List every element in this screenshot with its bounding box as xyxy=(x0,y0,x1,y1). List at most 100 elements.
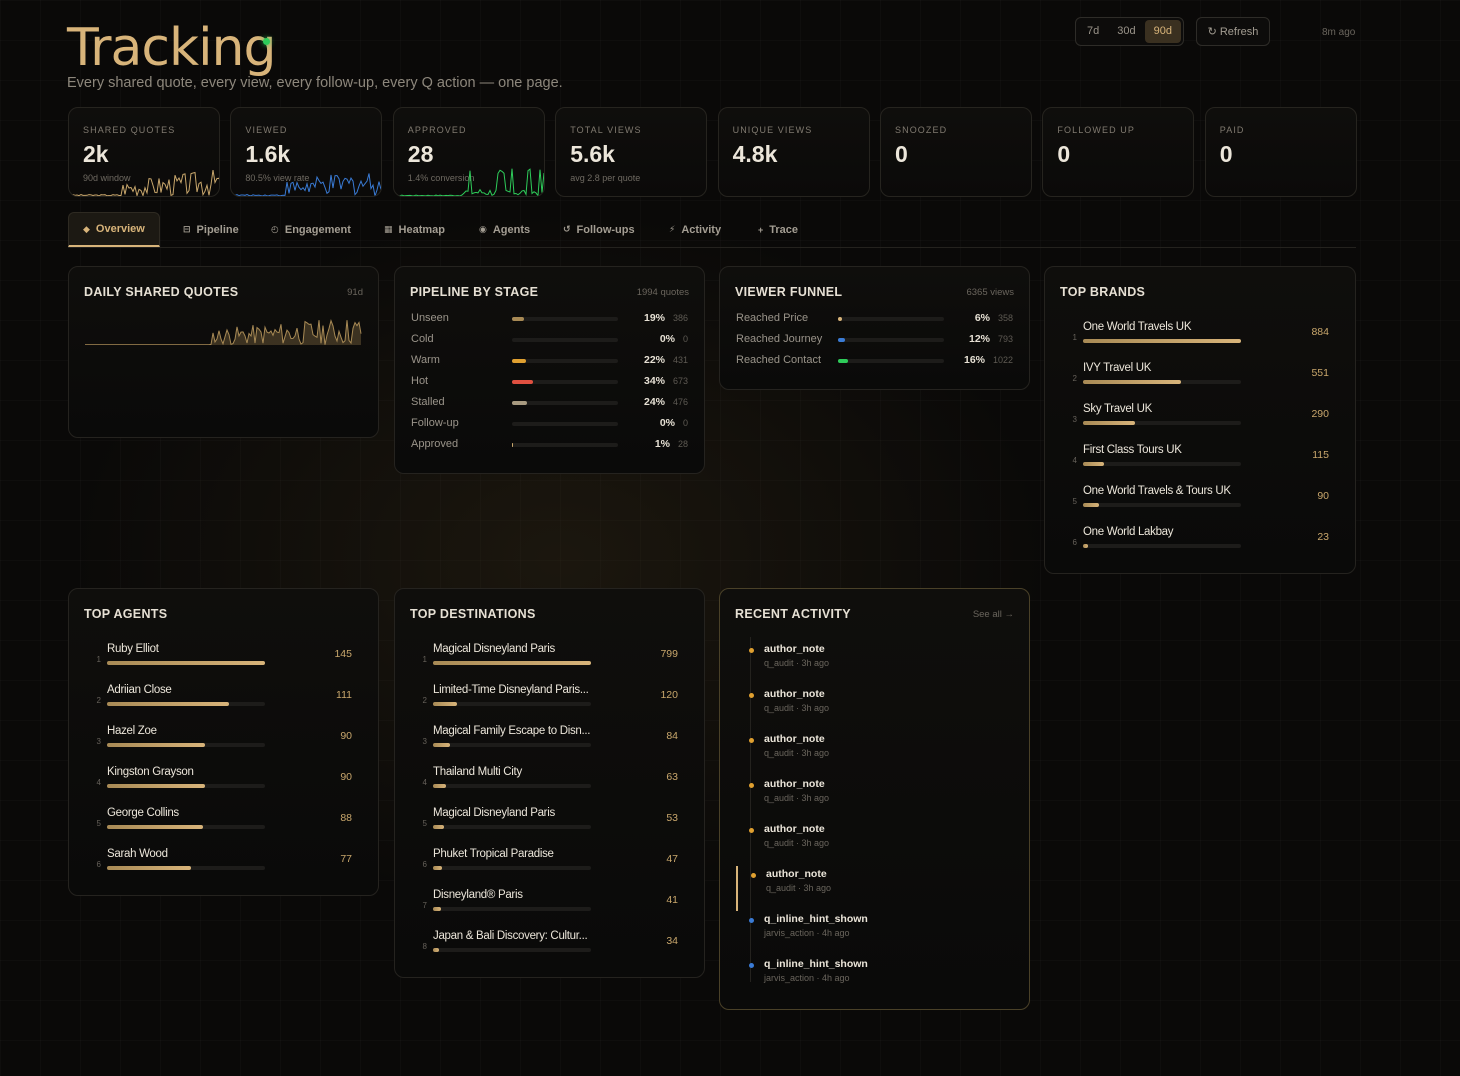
range-90d-button[interactable]: 90d xyxy=(1144,20,1181,43)
item-bar-track xyxy=(433,948,591,952)
pipeline-row: Approved 1% 28 xyxy=(411,435,688,455)
activity-event: author_note xyxy=(764,823,825,835)
kpi-sparkline xyxy=(393,168,544,196)
row-label: Reached Price xyxy=(736,312,809,324)
destinations-list-item[interactable]: 1 Magical Disneyland Paris 799 xyxy=(395,641,704,682)
item-value: 290 xyxy=(1311,408,1329,420)
row-bar-fill xyxy=(512,317,524,321)
tab-label: Engagement xyxy=(284,223,351,236)
card-title: TOP AGENTS xyxy=(84,607,168,621)
item-bar-track xyxy=(1083,503,1241,507)
rank-number: 8 xyxy=(422,942,427,951)
agents-list-item[interactable]: 4 Kingston Grayson 90 xyxy=(69,764,378,805)
page-subtitle: Every shared quote, every view, every fo… xyxy=(67,75,563,91)
range-30d-button[interactable]: 30d xyxy=(1108,20,1144,43)
tab-label: Agents xyxy=(492,223,531,236)
kpi-sparkline xyxy=(231,173,382,196)
activity-dot xyxy=(749,828,754,833)
kpi-card[interactable]: APPROVED 28 1.4% conversion xyxy=(392,107,545,197)
top-destinations-card: TOP DESTINATIONS 1 Magical Disneyland Par… xyxy=(394,588,705,978)
row-bar-fill xyxy=(838,317,842,321)
tab-activity[interactable]: ⚡ Activity xyxy=(669,212,721,247)
activity-item[interactable]: author_note q_audit · 3h ago xyxy=(736,686,1006,731)
item-bar-fill xyxy=(107,702,229,706)
row-bar-fill xyxy=(512,380,533,384)
destinations-list-item[interactable]: 8 Japan & Bali Discovery: Cultur... 34 xyxy=(395,928,704,969)
item-bar-fill xyxy=(107,743,205,747)
tab-icon: + xyxy=(758,224,764,235)
row-bar-fill xyxy=(512,401,527,405)
activity-item[interactable]: q_inline_hint_shown jarvis_action · 4h ag… xyxy=(736,911,1006,956)
row-label: Follow-up xyxy=(411,417,459,429)
kpi-card[interactable]: FOLLOWED UP 0 xyxy=(1042,107,1195,197)
kpi-card[interactable]: TOTAL VIEWS 5.6k avg 2.8 per quote xyxy=(555,107,708,197)
row-percent: 12% xyxy=(968,333,990,345)
agents-list-item[interactable]: 1 Ruby Elliot 145 xyxy=(69,641,378,682)
brands-list-item[interactable]: 2 IVY Travel UK 551 xyxy=(1045,360,1355,401)
destinations-list-item[interactable]: 7 Disneyland® Paris 41 xyxy=(395,887,704,928)
item-name: Sarah Wood xyxy=(107,848,168,860)
tab-heatmap[interactable]: ▦ Heatmap xyxy=(384,212,445,247)
rank-number: 6 xyxy=(422,860,427,869)
kpi-card[interactable]: UNIQUE VIEWS 4.8k xyxy=(717,107,870,197)
brands-list-item[interactable]: 5 One World Travels & Tours UK 90 xyxy=(1045,483,1355,524)
destinations-list-item[interactable]: 6 Phuket Tropical Paradise 47 xyxy=(395,846,704,887)
kpi-sparkline xyxy=(69,170,219,196)
range-7d-button[interactable]: 7d xyxy=(1078,20,1108,43)
activity-source: jarvis_action · 4h ago xyxy=(764,928,850,938)
refresh-label: Refresh xyxy=(1219,25,1259,38)
brands-list-item[interactable]: 3 Sky Travel UK 290 xyxy=(1045,401,1355,442)
card-title: VIEWER FUNNEL xyxy=(735,285,843,299)
destinations-list-item[interactable]: 2 Limited-Time Disneyland Paris... 120 xyxy=(395,682,704,723)
kpi-card[interactable]: VIEWED 1.6k 80.5% view rate xyxy=(230,107,383,197)
tab-icon: ▦ xyxy=(384,224,393,234)
item-name: Phuket Tropical Paradise xyxy=(433,848,554,860)
agents-list-item[interactable]: 6 Sarah Wood 77 xyxy=(69,846,378,887)
agents-list-item[interactable]: 5 George Collins 88 xyxy=(69,805,378,846)
item-name: Kingston Grayson xyxy=(107,766,194,778)
funnel-row: Reached Price 6% 358 xyxy=(736,309,1013,329)
tab-trace[interactable]: + Trace xyxy=(758,212,798,247)
kpi-card[interactable]: PAID 0 xyxy=(1204,107,1357,197)
tab-follow-ups[interactable]: ↺ Follow-ups xyxy=(563,212,635,247)
agents-list-item[interactable]: 2 Adriian Close 111 xyxy=(69,682,378,723)
brands-list-item[interactable]: 1 One World Travels UK 884 xyxy=(1045,319,1355,360)
activity-item[interactable]: author_note q_audit · 3h ago xyxy=(736,731,1006,776)
tab-pipeline[interactable]: ⊟ Pipeline xyxy=(183,212,239,247)
tab-icon: ◉ xyxy=(479,224,487,234)
item-name: IVY Travel UK xyxy=(1083,362,1152,374)
activity-item[interactable]: author_note q_audit · 3h ago xyxy=(736,821,1006,866)
item-value: 145 xyxy=(334,648,352,660)
activity-item[interactable]: author_note q_audit · 3h ago xyxy=(736,866,1006,911)
item-value: 34 xyxy=(666,935,678,947)
rank-number: 5 xyxy=(422,819,427,828)
brands-list-item[interactable]: 6 One World Lakbay 23 xyxy=(1045,524,1355,565)
destinations-list-item[interactable]: 3 Magical Family Escape to Disn... 84 xyxy=(395,723,704,764)
item-bar-track xyxy=(433,784,591,788)
rank-number: 2 xyxy=(96,696,101,705)
agents-list-item[interactable]: 3 Hazel Zoe 90 xyxy=(69,723,378,764)
activity-item[interactable]: author_note q_audit · 3h ago xyxy=(736,641,1006,686)
card-meta: 91d xyxy=(347,287,363,298)
tab-engagement[interactable]: ◴ Engagement xyxy=(271,212,351,247)
row-bar-track xyxy=(512,338,618,342)
destinations-list-item[interactable]: 5 Magical Disneyland Paris 53 xyxy=(395,805,704,846)
item-bar-track xyxy=(107,784,265,788)
activity-item[interactable]: author_note q_audit · 3h ago xyxy=(736,776,1006,821)
activity-item[interactable]: q_inline_hint_shown jarvis_action · 4h ag… xyxy=(736,956,1006,1001)
destinations-list-item[interactable]: 4 Thailand Multi City 63 xyxy=(395,764,704,805)
kpi-value: 0 xyxy=(1057,141,1071,167)
tab-bar: ◆ Overview ⊟ Pipeline ◴ Engagement ▦ Heatmap ◉ Ag… xyxy=(68,212,1356,248)
tab-agents[interactable]: ◉ Agents xyxy=(479,212,530,247)
row-count: 673 xyxy=(672,376,688,386)
item-bar-track xyxy=(433,743,591,747)
see-all-link[interactable]: See all → xyxy=(973,609,1014,620)
tab-overview[interactable]: ◆ Overview xyxy=(68,212,160,247)
kpi-card[interactable]: SNOOZED 0 xyxy=(880,107,1032,197)
pipeline-row: Warm 22% 431 xyxy=(411,351,688,371)
rank-number: 3 xyxy=(96,737,101,746)
brands-list-item[interactable]: 4 First Class Tours UK 115 xyxy=(1045,442,1355,483)
rank-number: 3 xyxy=(422,737,427,746)
kpi-card[interactable]: SHARED QUOTES 2k 90d window xyxy=(68,107,220,197)
refresh-button[interactable]: ↻ Refresh xyxy=(1196,17,1270,46)
